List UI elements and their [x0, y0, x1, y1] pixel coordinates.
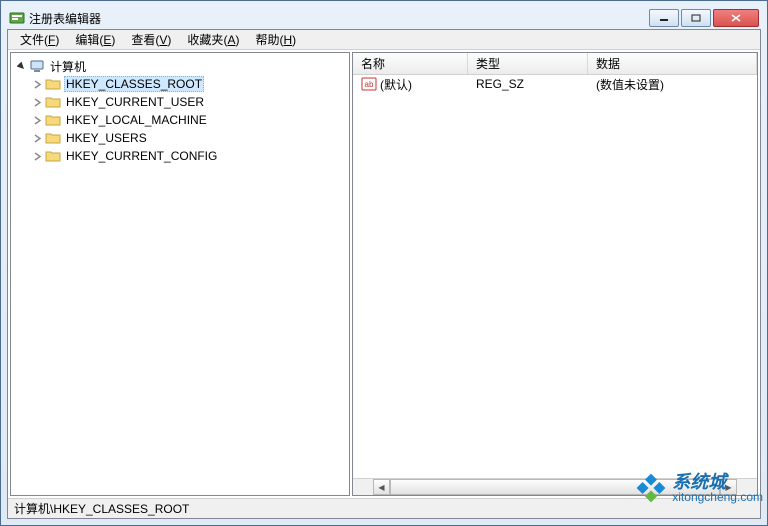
folder-icon [45, 148, 61, 164]
menu-favorites[interactable]: 收藏夹(A) [179, 30, 247, 49]
collapse-icon[interactable] [15, 60, 27, 72]
expand-icon[interactable] [31, 114, 43, 126]
column-header-name[interactable]: 名称 [353, 53, 468, 74]
folder-icon [45, 76, 61, 92]
tree-node-label: HKEY_USERS [64, 131, 149, 145]
cell-name: ab(默认) [353, 76, 468, 93]
menu-edit[interactable]: 编辑(E) [67, 30, 123, 49]
tree-node-hive[interactable]: HKEY_CURRENT_CONFIG [13, 147, 347, 165]
menu-view[interactable]: 查看(V) [123, 30, 179, 49]
folder-icon [45, 94, 61, 110]
menubar: 文件(F) 编辑(E) 查看(V) 收藏夹(A) 帮助(H) [8, 30, 760, 50]
scroll-right-button[interactable]: ▶ [720, 479, 737, 495]
list-row[interactable]: ab(默认)REG_SZ(数值未设置) [353, 75, 757, 93]
maximize-button[interactable] [681, 9, 711, 27]
horizontal-scrollbar[interactable]: ◀ ▶ [353, 478, 757, 495]
computer-icon [29, 58, 45, 74]
column-header-data[interactable]: 数据 [588, 53, 757, 74]
cell-type: REG_SZ [468, 77, 588, 91]
menu-file[interactable]: 文件(F) [12, 30, 67, 49]
string-value-icon: ab [361, 76, 377, 92]
tree-node-computer[interactable]: 计算机 [13, 57, 347, 75]
expand-icon[interactable] [31, 96, 43, 108]
status-path: 计算机\HKEY_CLASSES_ROOT [14, 500, 189, 517]
close-button[interactable] [713, 9, 759, 27]
expand-icon[interactable] [31, 132, 43, 144]
content-split: 计算机 HKEY_CLASSES_ROOT HKEY_CURRENT_USER HK… [8, 50, 760, 498]
folder-icon [45, 112, 61, 128]
titlebar[interactable]: 注册表编辑器 [7, 7, 761, 29]
tree-node-label: 计算机 [48, 58, 88, 75]
tree-pane[interactable]: 计算机 HKEY_CLASSES_ROOT HKEY_CURRENT_USER HK… [10, 52, 350, 496]
tree-node-label: HKEY_CURRENT_CONFIG [64, 149, 219, 163]
scroll-thumb[interactable] [390, 479, 720, 495]
list-pane: 名称 类型 数据 ab(默认)REG_SZ(数值未设置) ◀ ▶ [352, 52, 758, 496]
minimize-button[interactable] [649, 9, 679, 27]
folder-icon [45, 130, 61, 146]
cell-data: (数值未设置) [588, 76, 757, 93]
tree-node-label: HKEY_CLASSES_ROOT [64, 76, 204, 92]
tree-node-hive[interactable]: HKEY_CURRENT_USER [13, 93, 347, 111]
statusbar: 计算机\HKEY_CLASSES_ROOT [8, 498, 760, 518]
expand-icon[interactable] [31, 78, 43, 90]
app-icon [9, 10, 25, 26]
scroll-left-button[interactable]: ◀ [373, 479, 390, 495]
menu-help[interactable]: 帮助(H) [247, 30, 304, 49]
window-frame: 注册表编辑器 文件(F) 编辑(E) 查看(V) 收藏夹(A) 帮助(H) 计算… [0, 0, 768, 526]
tree-node-hive[interactable]: HKEY_LOCAL_MACHINE [13, 111, 347, 129]
tree-node-hive[interactable]: HKEY_CLASSES_ROOT [13, 75, 347, 93]
window-title: 注册表编辑器 [29, 10, 649, 27]
tree-node-hive[interactable]: HKEY_USERS [13, 129, 347, 147]
list-header: 名称 类型 数据 [353, 53, 757, 75]
window-controls [649, 9, 759, 27]
tree-node-label: HKEY_CURRENT_USER [64, 95, 206, 109]
svg-text:ab: ab [365, 80, 374, 89]
expand-icon[interactable] [31, 150, 43, 162]
tree-root: 计算机 HKEY_CLASSES_ROOT HKEY_CURRENT_USER HK… [13, 57, 347, 165]
client-area: 文件(F) 编辑(E) 查看(V) 收藏夹(A) 帮助(H) 计算机 HKEY_… [7, 29, 761, 519]
column-header-type[interactable]: 类型 [468, 53, 588, 74]
list-body[interactable]: ab(默认)REG_SZ(数值未设置) [353, 75, 757, 478]
tree-node-label: HKEY_LOCAL_MACHINE [64, 113, 209, 127]
